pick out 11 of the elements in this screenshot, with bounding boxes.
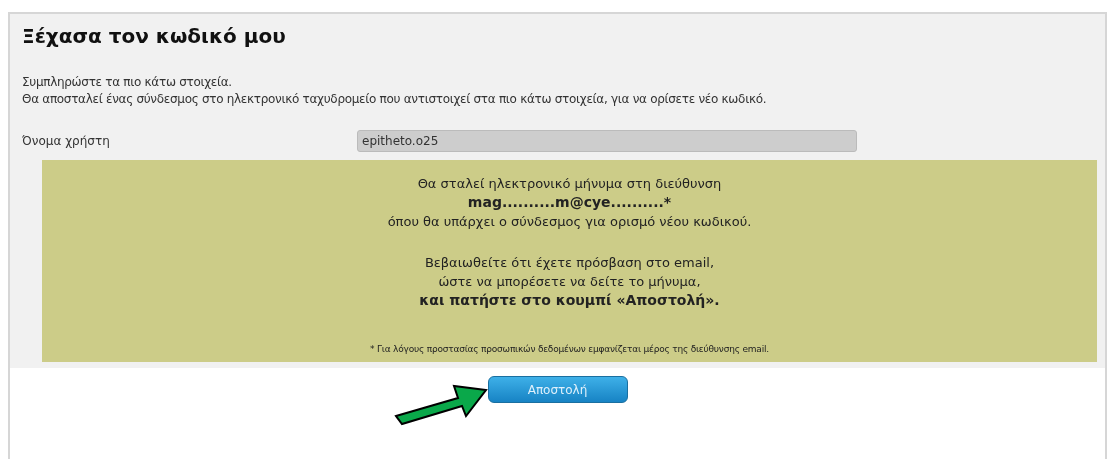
notice-text: Θα σταλεί ηλεκτρονικό μήνυμα στη διεύθυνση [417, 175, 722, 193]
footnote-text: * Για λόγους προστασίας προσωπικών δεδομένων εμφανίζεται μέρος της διεύθυνσης email. [370, 344, 769, 354]
notice-text: mag..........m@cye..........* [467, 193, 672, 212]
notice-text: ώστε να μπορέσετε να δείτε το μήνυμα, [438, 273, 701, 291]
notice-text: Βεβαιωθείτε ότι έχετε πρόσβαση στο email, [424, 254, 715, 272]
notice-text: όπου θα υπάρχει ο σύνδεσμος για ορισμό νέου κωδικού. [387, 213, 752, 231]
intro-text: Θα αποσταλεί ένας σύνδεσμος στο ηλεκτρονικό ταχυδρομείο που αντιστοιχεί στα πιο κάτω στοιχεία, για να ορίσετε νέο κωδικό. [22, 91, 768, 108]
intro-text: Συμπληρώστε τα πιο κάτω στοιχεία. [22, 74, 233, 91]
notice-text: και πατήστε στο κουμπί «Αποστολή». [419, 291, 720, 310]
page-title: Ξέχασα τον κωδικό μου [22, 24, 287, 48]
field-label: Όνομα χρήστη [22, 134, 111, 148]
